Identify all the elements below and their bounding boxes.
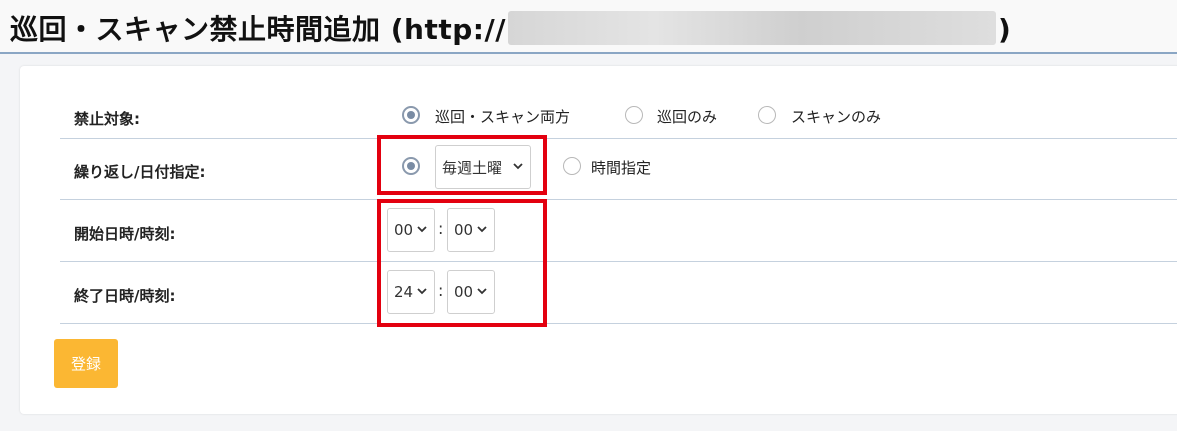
radio-both-label[interactable]: 巡回・スキャン両方	[435, 106, 570, 127]
radio-time[interactable]	[563, 157, 581, 175]
radio-scan-only-label[interactable]: スキャンのみ	[791, 106, 881, 127]
highlight-box-weekday	[377, 135, 547, 195]
radio-crawl-only-label[interactable]: 巡回のみ	[657, 106, 717, 127]
start-label: 開始日時/時刻:	[74, 225, 176, 243]
title-bar: 巡回・スキャン禁止時間追加 (http://)	[0, 0, 1177, 54]
page-title: 巡回・スキャン禁止時間追加 (http://)	[10, 8, 1011, 48]
register-button[interactable]: 登録	[54, 339, 118, 388]
highlight-box-times	[377, 199, 547, 327]
row-target: 禁止対象:	[60, 84, 1177, 139]
page-title-prefix: 巡回・スキャン禁止時間追加 (http://	[10, 13, 506, 46]
redacted-url	[507, 11, 996, 45]
page-title-suffix: )	[997, 13, 1012, 46]
radio-scan-only[interactable]	[758, 106, 776, 124]
row-start: 開始日時/時刻:	[60, 199, 1177, 262]
repeat-label: 繰り返し/日付指定:	[74, 163, 206, 181]
radio-crawl-only[interactable]	[625, 106, 643, 124]
row-end: 終了日時/時刻:	[60, 261, 1177, 324]
target-label: 禁止対象:	[74, 110, 140, 128]
radio-time-label[interactable]: 時間指定	[591, 157, 651, 178]
radio-both[interactable]	[402, 106, 420, 124]
end-label: 終了日時/時刻:	[74, 287, 176, 305]
